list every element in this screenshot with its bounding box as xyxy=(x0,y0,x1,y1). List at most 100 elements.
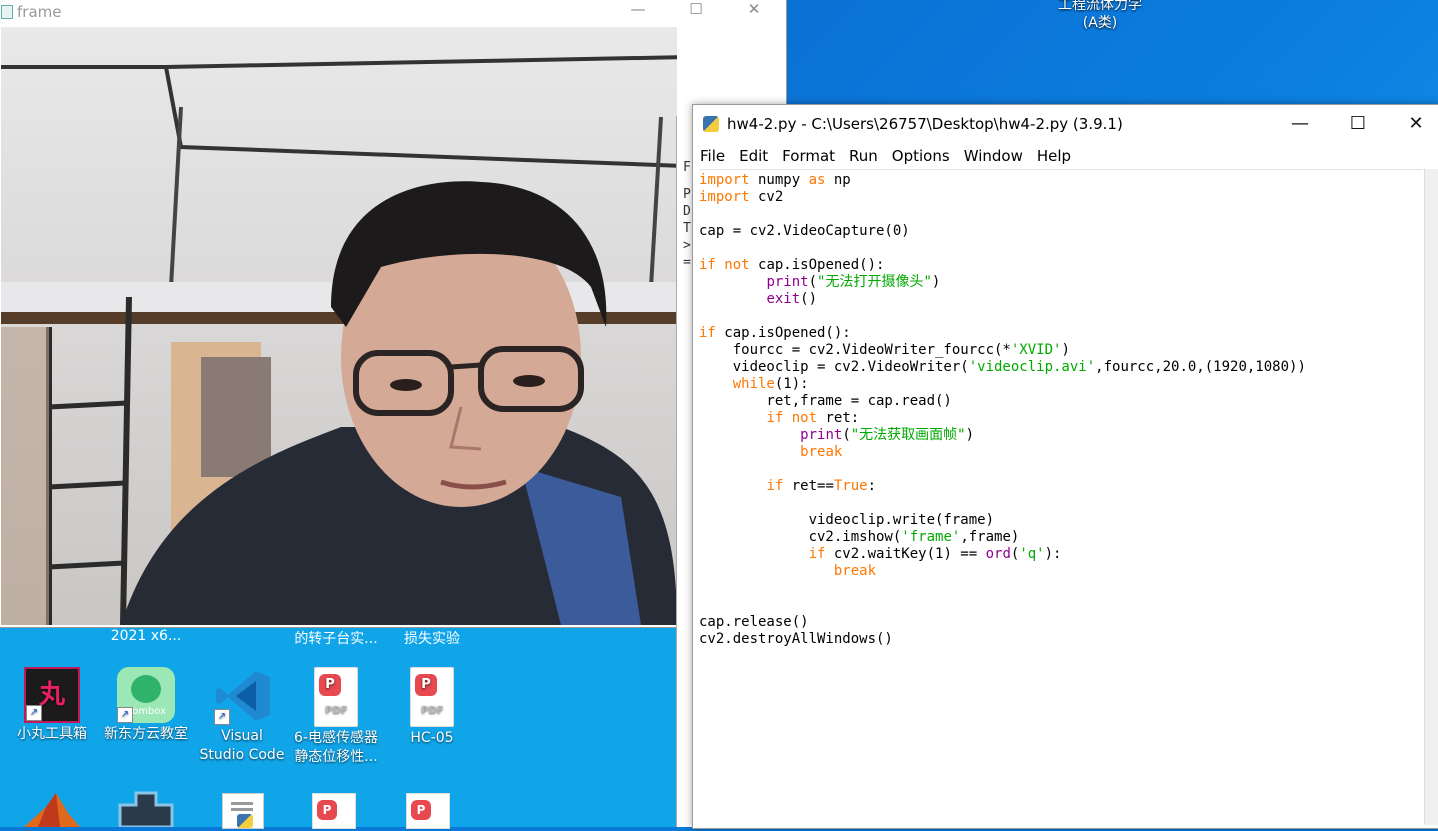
frame-titlebar[interactable]: frame — ☐ ✕ xyxy=(0,0,786,27)
desktop-icon-vscode[interactable]: ↗ Visual Studio Code xyxy=(196,667,288,765)
code-line[interactable]: ​ xyxy=(699,206,1306,223)
code-token: not xyxy=(791,410,818,426)
code-token: () xyxy=(800,291,818,307)
code-token: ret: xyxy=(817,410,860,426)
code-line[interactable]: import cv2 xyxy=(699,189,1306,206)
code-token: import xyxy=(699,189,750,205)
partial-icon-label[interactable]: 2021 x6... xyxy=(96,628,196,644)
code-token: 'videoclip.avi' xyxy=(968,359,1096,375)
code-token: ( xyxy=(808,274,818,290)
code-token: ,fourcc,20.0,(1920,1080)) xyxy=(1095,359,1306,375)
code-line[interactable]: ​ xyxy=(699,240,1306,257)
icon-label: Studio Code xyxy=(199,747,285,763)
code-token: ret,frame = cap.read() xyxy=(699,393,952,409)
code-token: cap.isOpened(): xyxy=(715,325,851,341)
icon-label-line2: (A类) xyxy=(1082,15,1118,31)
code-line[interactable]: ​ xyxy=(699,308,1306,325)
code-token: if xyxy=(699,257,716,273)
maximize-button[interactable]: ☐ xyxy=(1329,109,1387,139)
vertical-scrollbar[interactable] xyxy=(1424,169,1438,825)
pdf-icon[interactable]: P xyxy=(312,793,356,829)
menu-window[interactable]: Window xyxy=(957,147,1030,165)
partial-icon-label[interactable]: 的转子台实... xyxy=(286,628,386,648)
code-token: ) xyxy=(931,274,941,290)
code-line[interactable]: videoclip.write(frame) xyxy=(699,512,1306,529)
code-line[interactable]: if not ret: xyxy=(699,410,1306,427)
code-line[interactable]: import numpy as np xyxy=(699,172,1306,189)
icon-label: Visual xyxy=(221,728,263,744)
code-line[interactable]: fourcc = cv2.VideoWriter_fourcc(*'XVID') xyxy=(699,342,1306,359)
code-token: ) xyxy=(1061,342,1070,358)
desktop-icon-xdf-cloud[interactable]: oombox ↗ 新东方云教室 xyxy=(100,667,192,744)
desktop-icon-pdf-sensor[interactable]: P PDF 6-电感传感器 静态位移性... xyxy=(290,667,382,767)
code-token: cv2.destroyAllWindows() xyxy=(699,631,893,647)
desktop-icon-pdf-hc05[interactable]: P PDF HC-05 xyxy=(386,667,478,748)
code-line[interactable]: cap = cv2.VideoCapture(0) xyxy=(699,223,1306,240)
code-token: cap = cv2.VideoCapture(0) xyxy=(699,223,910,239)
code-line[interactable]: exit() xyxy=(699,291,1306,308)
code-token: numpy xyxy=(749,172,809,188)
code-editor[interactable]: import numpy as npimport cv2​cap = cv2.V… xyxy=(699,169,1423,826)
code-token: 'XVID' xyxy=(1010,342,1062,358)
code-token: exit xyxy=(766,291,801,307)
code-line[interactable]: cv2.destroyAllWindows() xyxy=(699,631,1306,648)
idle-titlebar[interactable]: hw4-2.py - C:\Users\26757\Desktop\hw4-2.… xyxy=(693,105,1438,143)
code-line[interactable]: ​ xyxy=(699,580,1306,597)
code-line[interactable]: print("无法获取画面帧") xyxy=(699,427,1306,444)
code-line[interactable]: print("无法打开摄像头") xyxy=(699,274,1306,291)
code-token: ): xyxy=(1044,546,1062,562)
code-token: cv2.imshow( xyxy=(699,529,902,545)
menu-edit[interactable]: Edit xyxy=(732,147,775,165)
code-line[interactable]: ​ xyxy=(699,597,1306,614)
code-line[interactable]: videoclip = cv2.VideoWriter('videoclip.a… xyxy=(699,359,1306,376)
code-line[interactable]: if ret==True: xyxy=(699,478,1306,495)
frame-app-icon xyxy=(1,5,13,19)
code-line[interactable]: if cap.isOpened(): xyxy=(699,325,1306,342)
code-token: ret== xyxy=(783,478,834,494)
desktop-icon-label-fluid-mechanics[interactable]: 工程流体力学 (A类) xyxy=(1040,0,1160,32)
shortcut-arrow-icon: ↗ xyxy=(26,705,42,721)
code-line[interactable]: cap.release() xyxy=(699,614,1306,631)
code-line[interactable]: cv2.imshow('frame',frame) xyxy=(699,529,1306,546)
pdf-icon: P PDF xyxy=(314,667,358,727)
code-line[interactable]: if cv2.waitKey(1) == ord('q'): xyxy=(699,546,1306,563)
python-file-icon[interactable] xyxy=(222,793,264,829)
menu-format[interactable]: Format xyxy=(775,147,842,165)
pdf-icon: P PDF xyxy=(410,667,454,727)
pdf-icon[interactable]: P xyxy=(406,793,450,829)
code-line[interactable]: ​ xyxy=(699,495,1306,512)
menu-file[interactable]: File xyxy=(693,147,732,165)
app-shortcut-icon[interactable] xyxy=(116,789,176,829)
close-button[interactable]: ✕ xyxy=(1387,109,1438,139)
code-line[interactable]: ​ xyxy=(699,461,1306,478)
code-line[interactable]: if not cap.isOpened(): xyxy=(699,257,1306,274)
close-button[interactable]: ✕ xyxy=(731,0,777,21)
minimize-button[interactable]: — xyxy=(615,0,661,21)
desktop-icon-xiaowan[interactable]: 丸 ↗ 小丸工具箱 xyxy=(6,667,98,744)
frame-window[interactable]: frame — ☐ ✕ xyxy=(0,0,787,628)
menu-options[interactable]: Options xyxy=(885,147,957,165)
idle-editor-window[interactable]: hw4-2.py - C:\Users\26757\Desktop\hw4-2.… xyxy=(692,104,1438,829)
code-token: while xyxy=(732,376,775,392)
idle-window-title: hw4-2.py - C:\Users\26757\Desktop\hw4-2.… xyxy=(727,115,1123,133)
code-line[interactable]: break xyxy=(699,563,1306,580)
code-token: as xyxy=(808,172,826,188)
matlab-icon[interactable] xyxy=(24,793,80,827)
code-line[interactable]: break xyxy=(699,444,1306,461)
code-text[interactable]: import numpy as npimport cv2​cap = cv2.V… xyxy=(699,172,1306,648)
partial-icon-label[interactable]: 损失实验 xyxy=(382,628,482,648)
menu-help[interactable]: Help xyxy=(1030,147,1078,165)
code-token: "无法获取画面帧" xyxy=(850,427,966,443)
frame-window-title: frame xyxy=(17,3,62,21)
menu-run[interactable]: Run xyxy=(842,147,885,165)
code-token: break xyxy=(800,444,843,460)
minimize-button[interactable]: — xyxy=(1271,109,1329,139)
code-line[interactable]: ret,frame = cap.read() xyxy=(699,393,1306,410)
maximize-button[interactable]: ☐ xyxy=(673,0,719,21)
code-line[interactable]: while(1): xyxy=(699,376,1306,393)
